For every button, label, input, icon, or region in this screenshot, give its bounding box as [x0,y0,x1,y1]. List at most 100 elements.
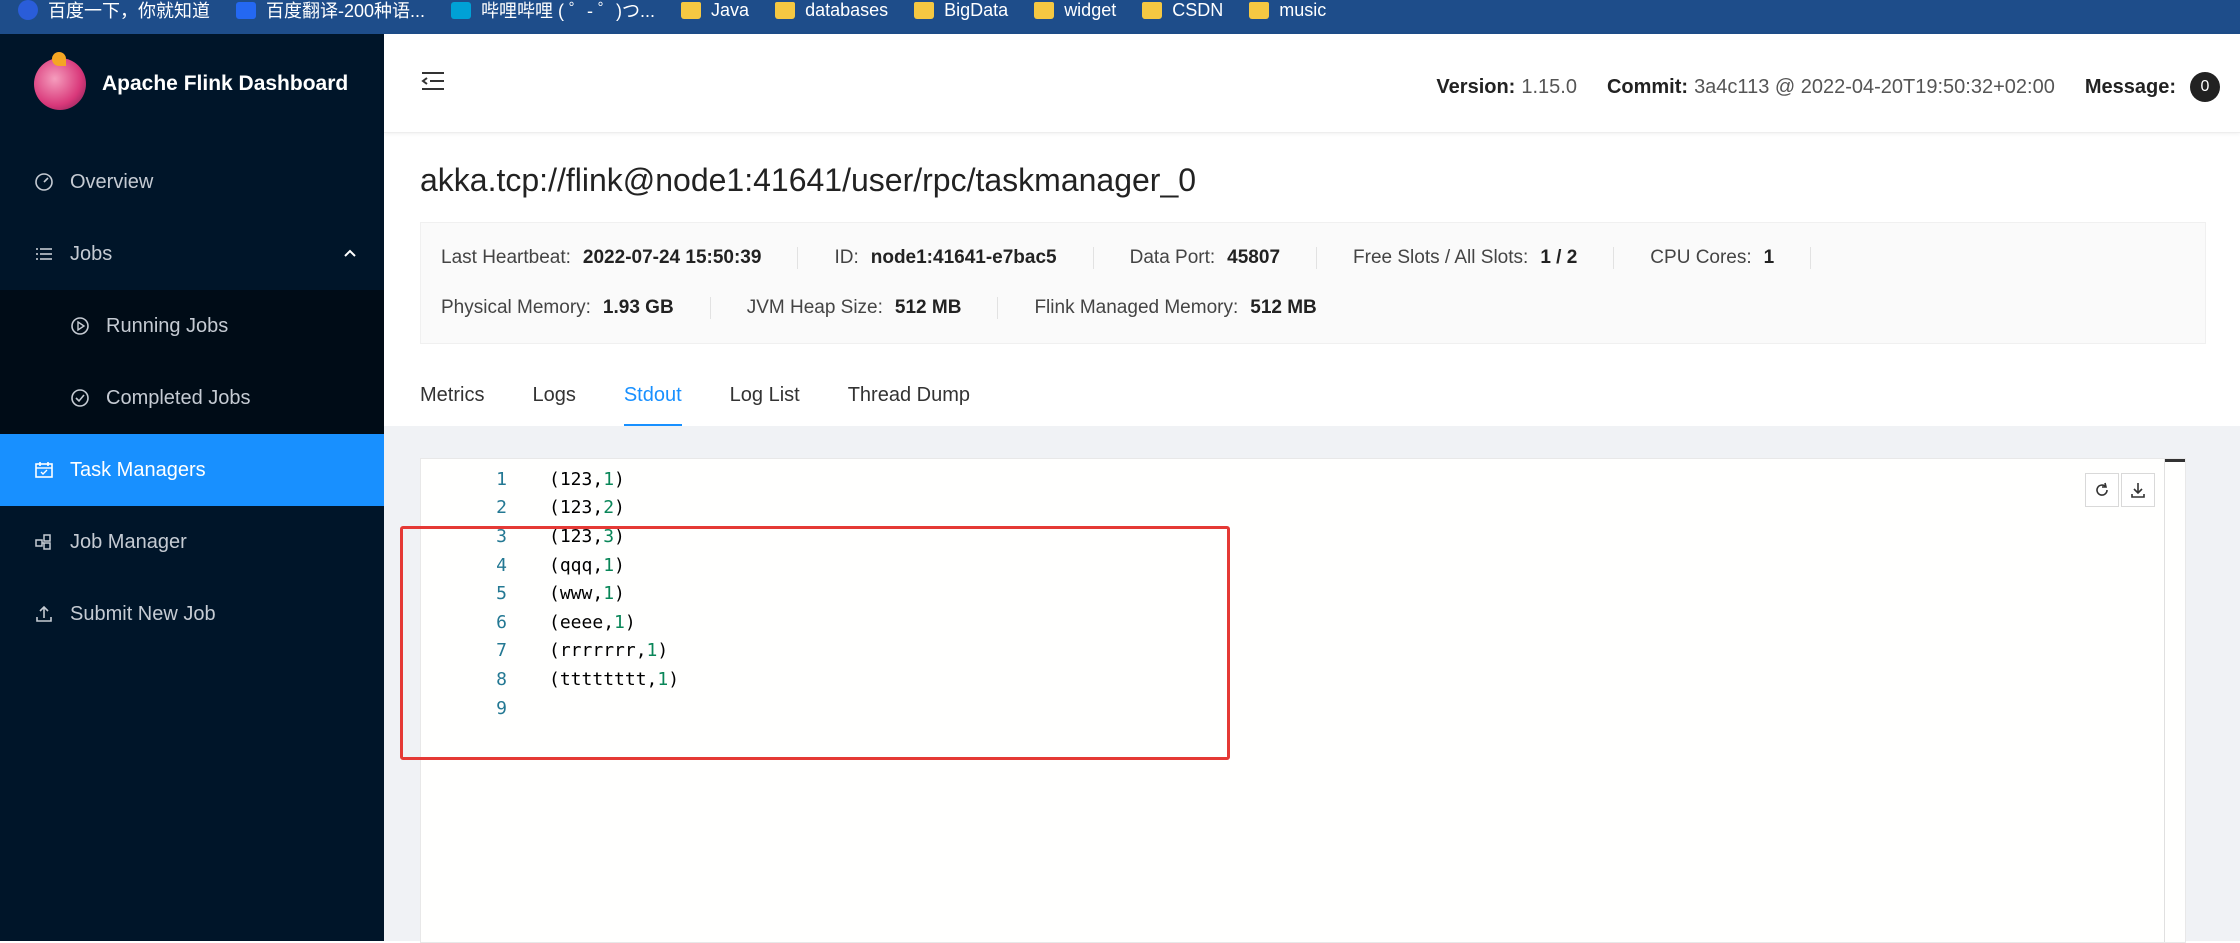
bilibili-icon [451,1,472,19]
physical-memory-value: 1.93 GB [602,297,674,318]
reload-button[interactable] [2085,473,2119,507]
check-circle-icon [70,388,90,408]
cluster-icon [34,532,54,552]
code-line: 1 (123,1) [421,465,2185,494]
divider [1092,247,1094,269]
word: 123 [559,497,593,519]
version-info: Version: 1.15.0 Commit: 3a4c113 @ 2022-0… [1436,72,2220,102]
sidebar: Apache Flink Dashboard Overview Jobs Run… [0,34,384,941]
bookmark-label: BigData [944,0,1009,20]
cpu-cores-label: CPU Cores: [1650,247,1752,268]
bookmark-label: music [1279,0,1327,20]
line-text: (123,1) [549,468,625,490]
schedule-icon [34,460,54,480]
bookmark-baidu[interactable]: 百度一下，你就知道 [18,0,210,27]
data-port-label: Data Port: [1129,247,1216,268]
divider [1810,247,1812,269]
line-number: 2 [496,497,507,519]
message-count-badge[interactable]: 0 [2190,72,2220,102]
count: 1 [603,468,615,490]
translate-icon [236,1,256,19]
taskmanager-details: Last Heartbeat: 2022-07-24 15:50:39 ID: … [420,222,2206,344]
sidebar-item-submit-new-job[interactable]: Submit New Job [0,578,384,650]
bookmark-label: CSDN [1172,0,1224,20]
last-heartbeat-value: 2022-07-24 15:50:39 [582,247,762,268]
sidebar-item-label: Job Manager [70,530,187,553]
bookmark-bigdata[interactable]: BigData [914,0,1008,27]
line-number: 1 [496,468,507,490]
sidebar-item-task-managers[interactable]: Task Managers [0,434,384,506]
sidebar-item-overview[interactable]: Overview [0,146,384,218]
sidebar-item-completed-jobs[interactable]: Completed Jobs [0,362,384,434]
tab-bar: Metrics Logs Stdout Log List Thread Dump [420,384,1018,427]
download-button[interactable] [2121,473,2155,507]
editor-scrollbar[interactable] [2164,459,2185,942]
last-heartbeat-label: Last Heartbeat: [441,247,571,268]
bookmarks-bar: 百度一下，你就知道 百度翻译-200种语... 哔哩哔哩 ( ゜- ゜)つ...… [0,0,2240,34]
tab-log-list[interactable]: Log List [730,384,800,423]
reload-icon [2096,482,2108,496]
list-icon [34,244,54,264]
sidebar-item-jobs[interactable]: Jobs [0,218,384,290]
scrollbar-marker [2165,459,2185,462]
word: 123 [559,468,593,490]
sidebar-item-label: Task Managers [70,458,206,481]
brand-title: Apache Flink Dashboard [102,72,349,95]
commit-value: 3a4c113 @ 2022-04-20T19:50:32+02:00 [1694,75,2055,98]
divider [709,297,711,319]
jobs-submenu: Running Jobs Completed Jobs [0,290,384,434]
bookmark-label: 哔哩哔哩 ( ゜- ゜)つ... [481,1,656,21]
bookmark-music[interactable]: music [1249,0,1326,27]
slots-label: Free Slots / All Slots: [1353,247,1529,268]
version-label: Version: [1436,75,1516,98]
sidebar-item-label: Completed Jobs [106,386,251,409]
managed-memory-value: 512 MB [1250,297,1317,318]
sidebar-item-label: Overview [70,170,154,193]
slots-value: 1 / 2 [1540,247,1578,268]
id-label: ID: [834,247,859,268]
physical-memory-label: Physical Memory: [441,297,591,318]
divider [1613,247,1615,269]
bookmark-label: Java [711,0,750,20]
count: 2 [603,497,615,519]
sidebar-item-job-manager[interactable]: Job Manager [0,506,384,578]
divider [997,297,999,319]
bookmark-databases[interactable]: databases [775,0,888,27]
main-content: Version: 1.15.0 Commit: 3a4c113 @ 2022-0… [384,34,2240,943]
chevron-up-icon [342,244,358,267]
divider [1316,247,1318,269]
commit-label: Commit: [1606,75,1689,98]
upload-icon [34,604,54,624]
top-header: Version: 1.15.0 Commit: 3a4c113 @ 2022-0… [384,34,2240,133]
tab-thread-dump[interactable]: Thread Dump [848,384,970,423]
sidebar-item-label: Submit New Job [70,602,216,625]
bookmark-baidu-translate[interactable]: 百度翻译-200种语... [236,0,425,27]
sidebar-item-running-jobs[interactable]: Running Jobs [0,290,384,362]
folder-icon [681,1,702,19]
tab-logs[interactable]: Logs [532,384,575,423]
version-value: 1.15.0 [1521,75,1577,98]
tab-stdout[interactable]: Stdout [623,384,682,427]
menu-fold-icon[interactable] [420,70,446,97]
download-icon [2131,483,2145,498]
flink-logo-icon [34,52,86,110]
folder-icon [914,1,935,19]
tab-metrics[interactable]: Metrics [420,384,484,423]
cpu-cores-value: 1 [1763,247,1775,268]
sidebar-item-label: Running Jobs [106,314,229,337]
bookmark-label: databases [805,0,889,20]
bookmark-widget[interactable]: widget [1034,0,1116,27]
jvm-heap-value: 512 MB [894,297,962,318]
baidu-icon [18,0,38,20]
sidebar-item-label: Jobs [70,242,113,265]
bookmark-label: 百度翻译-200种语... [266,1,426,21]
bookmark-bilibili[interactable]: 哔哩哔哩 ( ゜- ゜)つ... [451,0,655,27]
editor-actions [2083,473,2155,507]
bookmark-label: 百度一下，你就知道 [48,1,210,21]
bookmark-csdn[interactable]: CSDN [1142,0,1223,27]
bookmark-java[interactable]: Java [681,0,749,27]
divider [797,247,799,269]
highlight-annotation-box [400,526,1230,760]
brand-header[interactable]: Apache Flink Dashboard [0,34,384,134]
bookmark-label: widget [1064,0,1117,20]
